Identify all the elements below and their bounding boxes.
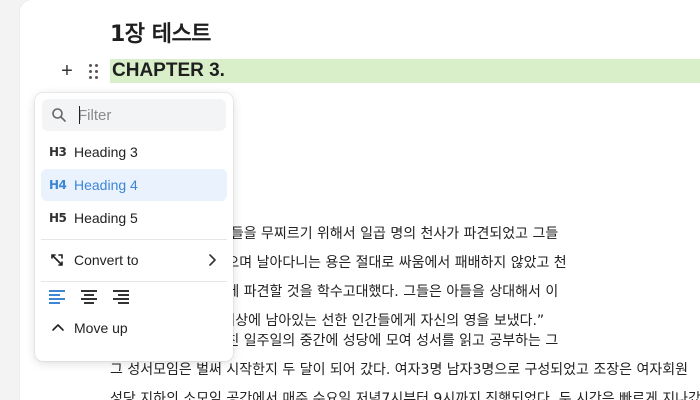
menu-item-label: Heading 5 [74, 210, 138, 226]
add-block-button[interactable]: + [58, 60, 76, 82]
text-caret [79, 106, 80, 124]
menu-item-label: Heading 4 [74, 177, 138, 193]
chevron-up-icon [52, 324, 64, 331]
chapter-heading[interactable]: CHAPTER 3. [110, 59, 700, 83]
paragraph-line: 성당 지하의 소모임 공간에서 매주 수요일 저녁7시부터 9시까지 진행되었다… [110, 391, 700, 400]
menu-item-label: Convert to [74, 252, 139, 268]
menu-item-heading-4[interactable]: H4 Heading 4 [41, 169, 227, 201]
search-icon [52, 108, 66, 122]
heading-3-icon: H3 [49, 145, 67, 159]
align-right-icon[interactable] [112, 289, 130, 305]
filter-input[interactable] [78, 103, 218, 127]
slash-command-menu: H3 Heading 3 H4 Heading 4 H5 Heading 5 C… [35, 93, 233, 361]
menu-item-move-up[interactable]: Move up [41, 312, 227, 344]
align-center-icon[interactable] [80, 289, 98, 305]
document-title[interactable]: 1장 테스트 [110, 16, 211, 48]
menu-item-convert-to[interactable]: Convert to [41, 244, 227, 276]
menu-item-heading-5[interactable]: H5 Heading 5 [41, 202, 227, 234]
menu-item-heading-3[interactable]: H3 Heading 3 [41, 136, 227, 168]
chevron-right-icon [209, 254, 216, 266]
align-left-icon[interactable] [49, 289, 67, 305]
filter-field[interactable] [42, 99, 226, 131]
heading-5-icon: H5 [49, 211, 67, 225]
menu-divider [41, 239, 227, 240]
menu-divider [41, 281, 227, 282]
heading-4-icon: H4 [49, 178, 67, 192]
menu-item-label: Move up [74, 320, 128, 336]
convert-icon [51, 254, 63, 266]
drag-handle-icon[interactable] [86, 62, 100, 80]
menu-item-label: Heading 3 [74, 144, 138, 160]
